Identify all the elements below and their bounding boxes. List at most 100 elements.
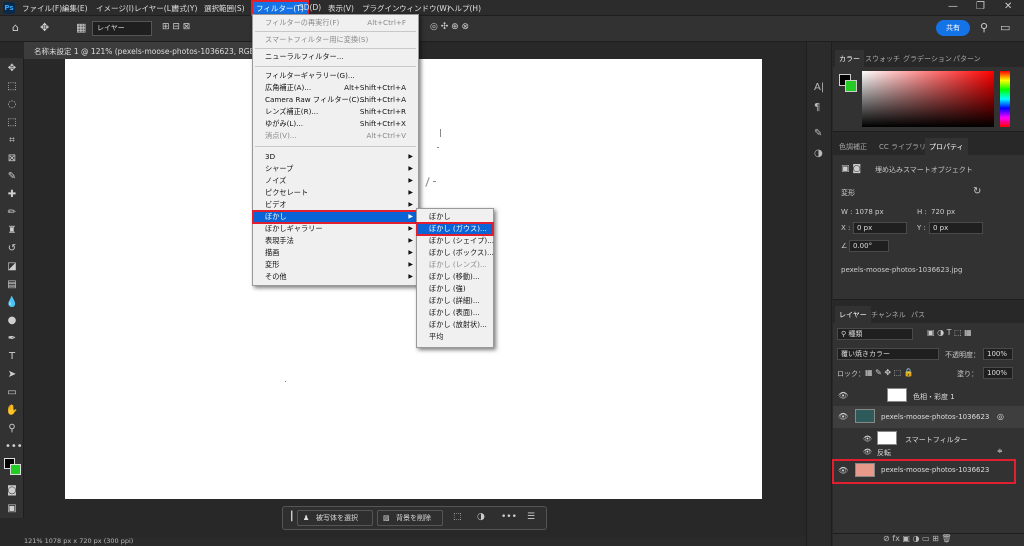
paragraph-icon[interactable]: ¶ (814, 102, 820, 113)
eyedropper-tool-icon[interactable]: ✎ (5, 170, 19, 184)
move-tool-icon[interactable]: ✥ (40, 21, 49, 34)
tab-paths[interactable]: パス (911, 310, 925, 320)
blend-mode-select[interactable]: 覆い焼きカラー (837, 348, 939, 360)
layer-filter-icons[interactable]: ▣ ◑ T ⬚ ▦ (927, 328, 972, 337)
align-icons[interactable]: ⊞ ⊟ ⊠ (162, 22, 190, 32)
y-field[interactable]: 0 px (929, 222, 983, 234)
tab-swatches[interactable]: スウォッチ (865, 54, 900, 64)
menu-item-neural-filters[interactable]: ニューラルフィルター... (253, 51, 418, 63)
tab-cc-libraries[interactable]: CC ライブラリ (879, 142, 926, 152)
submenu-item-smart-blur[interactable]: ぼかし (詳細)... (417, 295, 493, 307)
tab-patterns[interactable]: パターン (953, 54, 981, 64)
smart-filter-eye-icon[interactable]: 👁 (863, 435, 872, 443)
maximize-icon[interactable]: ❐ (976, 1, 985, 12)
share-button[interactable]: 共有 (936, 20, 970, 36)
zoom-tool-icon[interactable]: ⚲ (5, 422, 19, 436)
tab-layers[interactable]: レイヤー (835, 306, 871, 323)
drag-handle-icon[interactable]: ┃ (289, 512, 294, 522)
close-icon[interactable]: ✕ (1004, 1, 1012, 12)
submenu-item-average[interactable]: 平均 (417, 331, 493, 343)
history-brush-tool-icon[interactable]: ↺ (5, 242, 19, 256)
blur-tool-icon[interactable]: 💧 (5, 296, 19, 310)
fill-field[interactable]: 100% (983, 367, 1013, 379)
hand-tool-icon[interactable]: ✋ (5, 404, 19, 418)
lasso-tool-icon[interactable]: ◌ (5, 98, 19, 112)
menu-item-distort[interactable]: 変形 ▶ (253, 259, 418, 271)
height-value[interactable]: 720 px (931, 208, 955, 216)
menu-item-last-filter[interactable]: フィルターの再実行(F) Alt+Ctrl+F (253, 17, 418, 29)
move-tool-icon[interactable]: ✥ (5, 62, 19, 76)
eraser-tool-icon[interactable]: ◪ (5, 260, 19, 274)
color-picker-field[interactable] (862, 71, 994, 127)
search-icon[interactable]: ⚲ (980, 21, 988, 34)
layer-kind-filter[interactable]: ⚲ 種類 (837, 328, 913, 340)
submenu-item-box-blur[interactable]: ぼかし (ボックス)... (417, 247, 494, 259)
menu-item-3d[interactable]: 3D ▶ (253, 151, 418, 163)
menu-image[interactable]: イメージ(I) (96, 3, 134, 14)
remove-background-button[interactable]: ▨ 背景を削除 (377, 510, 443, 526)
menu-item-sharpen[interactable]: シャープ ▶ (253, 163, 418, 175)
menu-help[interactable]: ヘルプ(H) (447, 3, 481, 14)
layer-row-smart-object[interactable]: 👁 pexels-moose-photos-1036623 ◎ (833, 406, 1024, 428)
auto-select-target-select[interactable]: レイヤー (92, 21, 152, 36)
character-icon[interactable]: A| (814, 82, 824, 93)
screen-mode-icon[interactable]: ▣ (5, 502, 19, 516)
menu-window[interactable]: ウィンドウ(W) (399, 3, 450, 14)
filter-eye-icon[interactable]: 👁 (863, 448, 872, 456)
layers-footer-icons[interactable]: ⊘ fx ▣ ◑ ▭ ⊞ 🗑 (833, 534, 1024, 546)
menu-edit[interactable]: 編集(E) (62, 3, 88, 14)
filter-options-icon[interactable]: ≑ (997, 447, 1003, 455)
more-tools-icon[interactable]: ••• (5, 440, 23, 454)
submenu-item-radial-blur[interactable]: ぼかし (放射状)... (417, 319, 493, 331)
crop-tool-icon[interactable]: ⌗ (5, 134, 19, 148)
brush-settings-icon[interactable]: ✎ (814, 128, 822, 139)
3d-mode-icons[interactable]: ◎ ✣ ⊕ ⊗ (430, 22, 469, 32)
menu-item-noise[interactable]: ノイズ ▶ (253, 175, 418, 187)
menu-layer[interactable]: レイヤー(L) (134, 3, 174, 14)
menu-item-blur-gallery[interactable]: ぼかしギャラリー ▶ (253, 223, 418, 235)
menu-item-blur[interactable]: ぼかし ▶ (252, 210, 419, 224)
home-icon[interactable]: ⌂ (12, 21, 19, 34)
submenu-item-gaussian-blur[interactable]: ぼかし (ガウス)... (416, 222, 494, 236)
submenu-item-blur-more[interactable]: ぼかし (強) (417, 283, 493, 295)
healing-brush-tool-icon[interactable]: ✚ (5, 188, 19, 202)
submenu-item-motion-blur[interactable]: ぼかし (移動)... (417, 271, 493, 283)
select-subject-button[interactable]: ♟ 被写体を選択 (297, 510, 373, 526)
menu-item-render[interactable]: 描画 ▶ (253, 247, 418, 259)
workspace-icon[interactable]: ▭ (1000, 21, 1010, 34)
menu-item-vanishing-point[interactable]: 消点(V)... Alt+Ctrl+V (253, 130, 418, 142)
clone-stamp-tool-icon[interactable]: ♜ (5, 224, 19, 238)
tab-properties[interactable]: プロパティ (925, 138, 968, 155)
submenu-item-surface-blur[interactable]: ぼかし (表面)... (417, 307, 493, 319)
visibility-eye-icon[interactable]: 👁 (838, 391, 848, 400)
tab-color[interactable]: カラー (835, 50, 864, 67)
lock-icons[interactable]: ▦ ✎ ✥ ⬚ 🔒 (865, 368, 914, 377)
brush-tool-icon[interactable]: ✏ (5, 206, 19, 220)
tab-channels[interactable]: チャンネル (871, 310, 906, 320)
frame-tool-icon[interactable]: ⊠ (5, 152, 19, 166)
menu-item-camera-raw[interactable]: Camera Raw フィルター(C)... Shift+Ctrl+A (253, 94, 418, 106)
gradient-tool-icon[interactable]: ▤ (5, 278, 19, 292)
rectangle-tool-icon[interactable]: ▭ (5, 386, 19, 400)
angle-field[interactable]: 0.00° (849, 240, 889, 252)
submenu-item-lens-blur[interactable]: ぼかし (レンズ)... (417, 259, 493, 271)
type-tool-icon[interactable]: T (5, 350, 19, 364)
menu-select[interactable]: 選択範囲(S) (204, 3, 245, 14)
menu-item-video[interactable]: ビデオ ▶ (253, 199, 418, 211)
x-field[interactable]: 0 px (853, 222, 907, 234)
tab-gradients[interactable]: グラデーション (903, 54, 952, 64)
menu-item-adaptive-wide-angle[interactable]: 広角補正(A)... Alt+Shift+Ctrl+A (253, 82, 418, 94)
menu-item-convert-smart-filters[interactable]: スマートフィルター用に変換(S) (253, 34, 418, 46)
settings-icon[interactable]: ☰ (527, 512, 535, 522)
menu-file[interactable]: ファイル(F) (22, 3, 62, 14)
menu-3d[interactable]: 3D(D) (299, 3, 321, 12)
hue-slider[interactable] (1000, 71, 1010, 127)
marquee-tool-icon[interactable]: ⬚ (5, 80, 19, 94)
pen-tool-icon[interactable]: ✒ (5, 332, 19, 346)
reset-icon[interactable]: ↻ (973, 186, 981, 197)
minimize-icon[interactable]: — (948, 1, 958, 12)
auto-select-icon[interactable]: ▦ (76, 21, 86, 34)
more-options-icon[interactable]: ••• (501, 512, 517, 522)
menu-type[interactable]: 書式(Y) (172, 3, 197, 14)
menu-item-stylize[interactable]: 表現手法 ▶ (253, 235, 418, 247)
